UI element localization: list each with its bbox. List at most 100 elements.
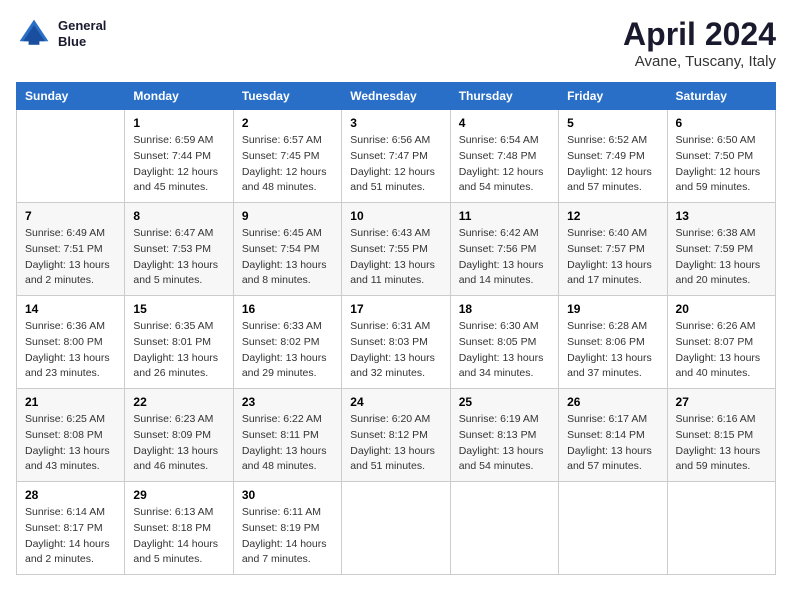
calendar-cell: 5 Sunrise: 6:52 AMSunset: 7:49 PMDayligh… [559,110,667,203]
day-number: 21 [25,395,116,409]
day-detail: Sunrise: 6:59 AMSunset: 7:44 PMDaylight:… [133,133,224,196]
calendar-week-row: 1 Sunrise: 6:59 AMSunset: 7:44 PMDayligh… [17,110,776,203]
calendar-cell: 13 Sunrise: 6:38 AMSunset: 7:59 PMDaylig… [667,203,775,296]
weekday-header: Friday [559,83,667,110]
calendar-cell: 26 Sunrise: 6:17 AMSunset: 8:14 PMDaylig… [559,389,667,482]
day-number: 8 [133,209,224,223]
main-title: April 2024 [623,16,776,53]
logo-text: General Blue [58,18,106,49]
calendar-cell: 29 Sunrise: 6:13 AMSunset: 8:18 PMDaylig… [125,482,233,575]
weekday-header: Saturday [667,83,775,110]
day-detail: Sunrise: 6:43 AMSunset: 7:55 PMDaylight:… [350,226,441,289]
calendar-cell: 9 Sunrise: 6:45 AMSunset: 7:54 PMDayligh… [233,203,341,296]
day-number: 24 [350,395,441,409]
calendar-cell [667,482,775,575]
day-number: 10 [350,209,441,223]
day-number: 18 [459,302,550,316]
day-detail: Sunrise: 6:22 AMSunset: 8:11 PMDaylight:… [242,412,333,475]
day-number: 25 [459,395,550,409]
day-number: 19 [567,302,658,316]
day-number: 14 [25,302,116,316]
calendar-cell: 20 Sunrise: 6:26 AMSunset: 8:07 PMDaylig… [667,296,775,389]
day-detail: Sunrise: 6:17 AMSunset: 8:14 PMDaylight:… [567,412,658,475]
day-number: 3 [350,116,441,130]
day-number: 5 [567,116,658,130]
calendar-week-row: 7 Sunrise: 6:49 AMSunset: 7:51 PMDayligh… [17,203,776,296]
calendar-cell [450,482,558,575]
calendar-cell [559,482,667,575]
day-detail: Sunrise: 6:31 AMSunset: 8:03 PMDaylight:… [350,319,441,382]
calendar-cell: 30 Sunrise: 6:11 AMSunset: 8:19 PMDaylig… [233,482,341,575]
day-detail: Sunrise: 6:14 AMSunset: 8:17 PMDaylight:… [25,505,116,568]
calendar-cell: 4 Sunrise: 6:54 AMSunset: 7:48 PMDayligh… [450,110,558,203]
weekday-header: Monday [125,83,233,110]
day-detail: Sunrise: 6:45 AMSunset: 7:54 PMDaylight:… [242,226,333,289]
day-detail: Sunrise: 6:57 AMSunset: 7:45 PMDaylight:… [242,133,333,196]
calendar-cell [342,482,450,575]
calendar-table: SundayMondayTuesdayWednesdayThursdayFrid… [16,82,776,575]
day-detail: Sunrise: 6:16 AMSunset: 8:15 PMDaylight:… [676,412,767,475]
day-detail: Sunrise: 6:38 AMSunset: 7:59 PMDaylight:… [676,226,767,289]
calendar-cell: 27 Sunrise: 6:16 AMSunset: 8:15 PMDaylig… [667,389,775,482]
calendar-cell: 28 Sunrise: 6:14 AMSunset: 8:17 PMDaylig… [17,482,125,575]
day-detail: Sunrise: 6:47 AMSunset: 7:53 PMDaylight:… [133,226,224,289]
calendar-cell: 19 Sunrise: 6:28 AMSunset: 8:06 PMDaylig… [559,296,667,389]
day-detail: Sunrise: 6:30 AMSunset: 8:05 PMDaylight:… [459,319,550,382]
day-number: 12 [567,209,658,223]
calendar-cell: 11 Sunrise: 6:42 AMSunset: 7:56 PMDaylig… [450,203,558,296]
calendar-header-row: SundayMondayTuesdayWednesdayThursdayFrid… [17,83,776,110]
logo-line1: General [58,18,106,34]
logo-line2: Blue [58,34,106,50]
day-detail: Sunrise: 6:56 AMSunset: 7:47 PMDaylight:… [350,133,441,196]
day-detail: Sunrise: 6:19 AMSunset: 8:13 PMDaylight:… [459,412,550,475]
day-detail: Sunrise: 6:50 AMSunset: 7:50 PMDaylight:… [676,133,767,196]
calendar-cell: 16 Sunrise: 6:33 AMSunset: 8:02 PMDaylig… [233,296,341,389]
title-block: April 2024 Avane, Tuscany, Italy [623,16,776,70]
weekday-header: Tuesday [233,83,341,110]
day-detail: Sunrise: 6:40 AMSunset: 7:57 PMDaylight:… [567,226,658,289]
calendar-cell: 12 Sunrise: 6:40 AMSunset: 7:57 PMDaylig… [559,203,667,296]
day-number: 11 [459,209,550,223]
calendar-cell: 25 Sunrise: 6:19 AMSunset: 8:13 PMDaylig… [450,389,558,482]
calendar-cell: 14 Sunrise: 6:36 AMSunset: 8:00 PMDaylig… [17,296,125,389]
calendar-cell: 10 Sunrise: 6:43 AMSunset: 7:55 PMDaylig… [342,203,450,296]
day-number: 6 [676,116,767,130]
day-detail: Sunrise: 6:25 AMSunset: 8:08 PMDaylight:… [25,412,116,475]
weekday-header: Sunday [17,83,125,110]
calendar-week-row: 28 Sunrise: 6:14 AMSunset: 8:17 PMDaylig… [17,482,776,575]
day-number: 4 [459,116,550,130]
day-detail: Sunrise: 6:13 AMSunset: 8:18 PMDaylight:… [133,505,224,568]
day-detail: Sunrise: 6:36 AMSunset: 8:00 PMDaylight:… [25,319,116,382]
calendar-cell: 15 Sunrise: 6:35 AMSunset: 8:01 PMDaylig… [125,296,233,389]
day-detail: Sunrise: 6:20 AMSunset: 8:12 PMDaylight:… [350,412,441,475]
day-detail: Sunrise: 6:49 AMSunset: 7:51 PMDaylight:… [25,226,116,289]
day-number: 15 [133,302,224,316]
day-detail: Sunrise: 6:23 AMSunset: 8:09 PMDaylight:… [133,412,224,475]
calendar-cell: 24 Sunrise: 6:20 AMSunset: 8:12 PMDaylig… [342,389,450,482]
calendar-cell: 1 Sunrise: 6:59 AMSunset: 7:44 PMDayligh… [125,110,233,203]
calendar-cell: 21 Sunrise: 6:25 AMSunset: 8:08 PMDaylig… [17,389,125,482]
day-detail: Sunrise: 6:33 AMSunset: 8:02 PMDaylight:… [242,319,333,382]
calendar-week-row: 14 Sunrise: 6:36 AMSunset: 8:00 PMDaylig… [17,296,776,389]
calendar-cell: 18 Sunrise: 6:30 AMSunset: 8:05 PMDaylig… [450,296,558,389]
day-number: 17 [350,302,441,316]
calendar-cell: 3 Sunrise: 6:56 AMSunset: 7:47 PMDayligh… [342,110,450,203]
day-detail: Sunrise: 6:42 AMSunset: 7:56 PMDaylight:… [459,226,550,289]
calendar-week-row: 21 Sunrise: 6:25 AMSunset: 8:08 PMDaylig… [17,389,776,482]
day-detail: Sunrise: 6:26 AMSunset: 8:07 PMDaylight:… [676,319,767,382]
calendar-cell: 23 Sunrise: 6:22 AMSunset: 8:11 PMDaylig… [233,389,341,482]
day-number: 27 [676,395,767,409]
day-number: 30 [242,488,333,502]
calendar-cell [17,110,125,203]
day-detail: Sunrise: 6:54 AMSunset: 7:48 PMDaylight:… [459,133,550,196]
weekday-header: Thursday [450,83,558,110]
day-number: 2 [242,116,333,130]
day-number: 28 [25,488,116,502]
day-detail: Sunrise: 6:35 AMSunset: 8:01 PMDaylight:… [133,319,224,382]
page-header: General Blue April 2024 Avane, Tuscany, … [16,16,776,70]
calendar-cell: 6 Sunrise: 6:50 AMSunset: 7:50 PMDayligh… [667,110,775,203]
weekday-header: Wednesday [342,83,450,110]
day-detail: Sunrise: 6:11 AMSunset: 8:19 PMDaylight:… [242,505,333,568]
calendar-cell: 17 Sunrise: 6:31 AMSunset: 8:03 PMDaylig… [342,296,450,389]
logo-icon [16,16,52,52]
